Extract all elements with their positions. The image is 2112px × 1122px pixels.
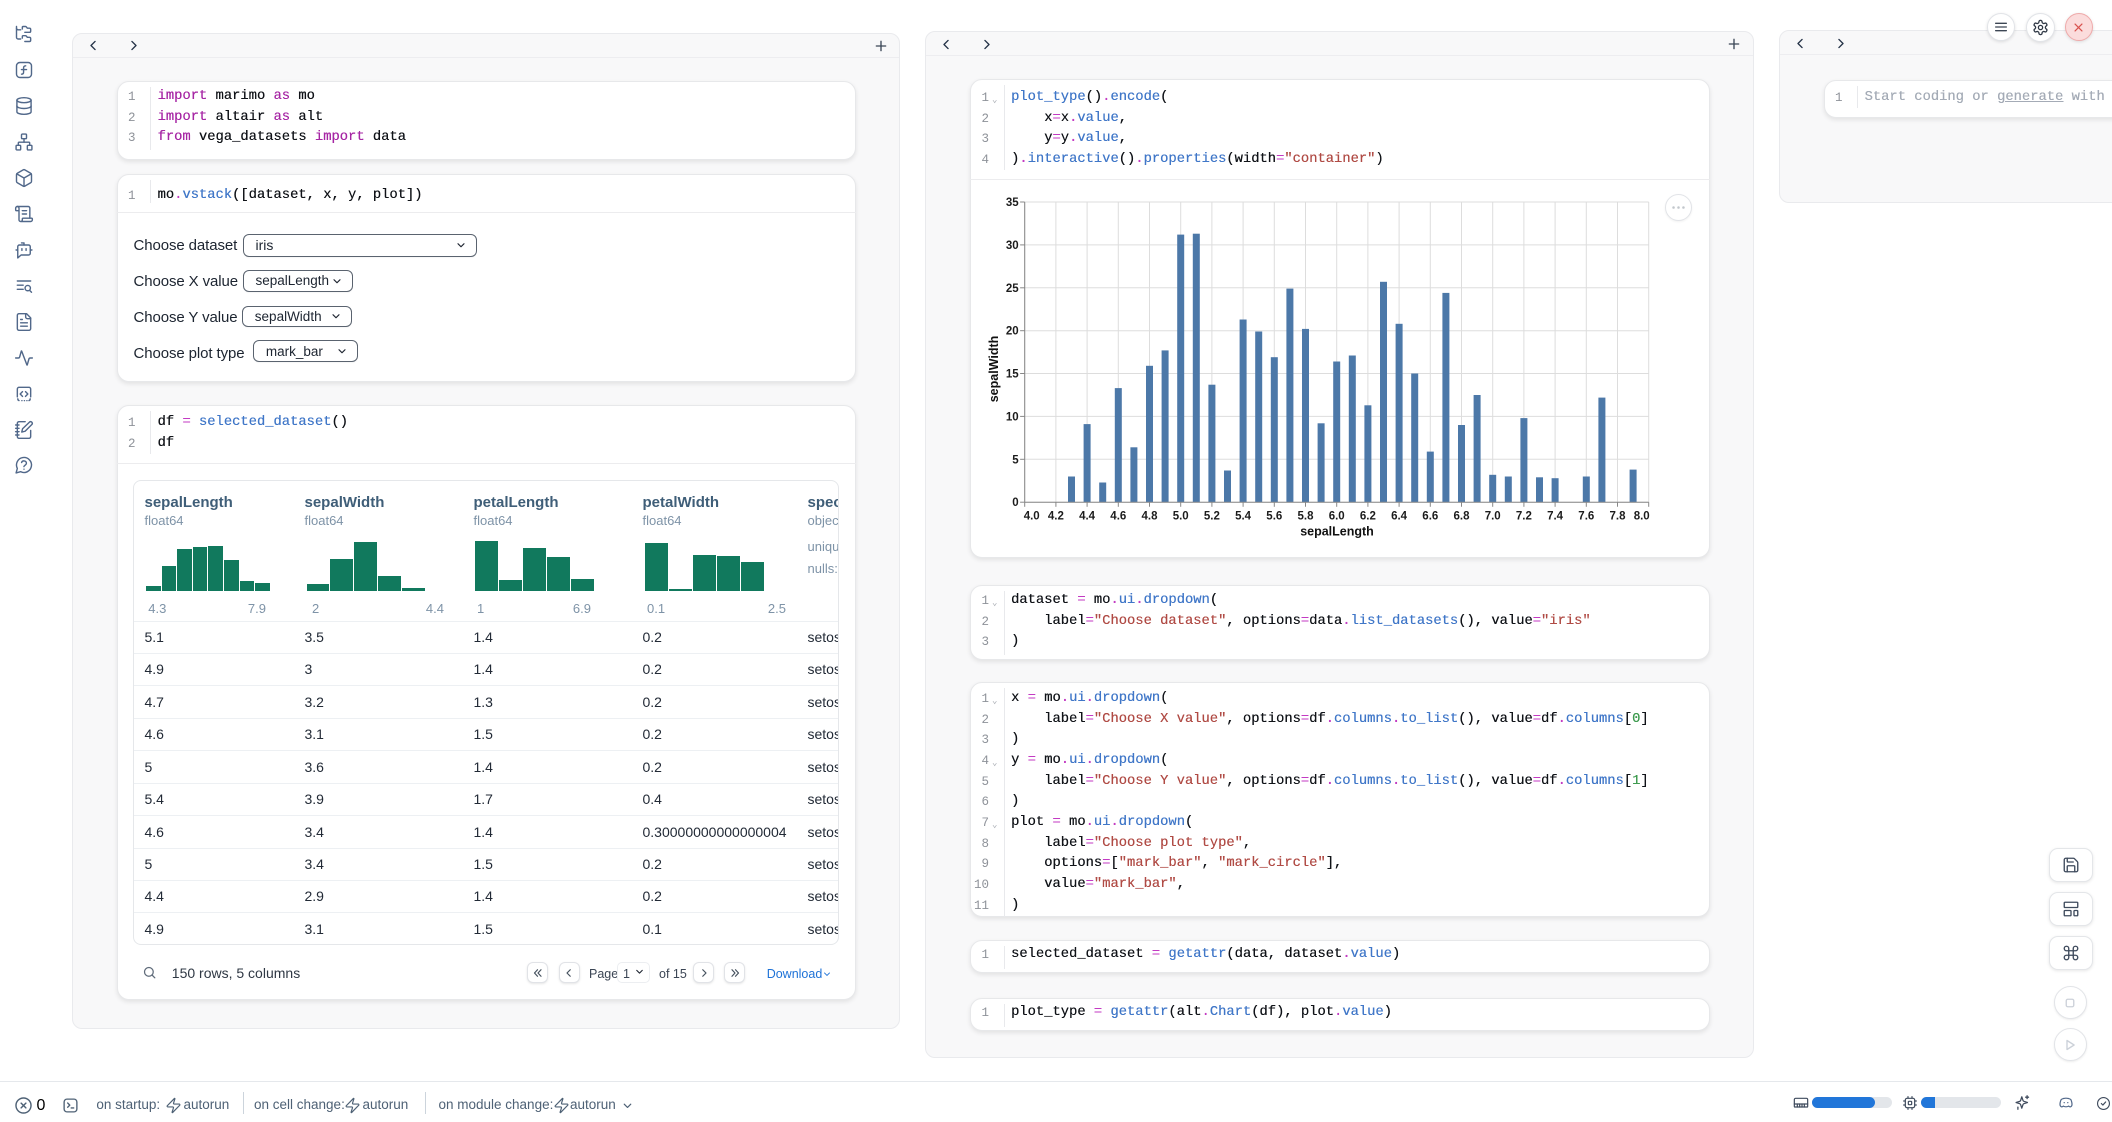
svg-text:6.6: 6.6 — [1422, 510, 1438, 522]
svg-text:35: 35 — [1006, 197, 1019, 209]
svg-text:30: 30 — [1006, 240, 1019, 252]
svg-text:7.6: 7.6 — [1578, 510, 1594, 522]
svg-text:5.0: 5.0 — [1173, 510, 1189, 522]
svg-text:5.4: 5.4 — [1235, 510, 1252, 522]
svg-text:7.8: 7.8 — [1610, 510, 1627, 522]
svg-text:6.8: 6.8 — [1454, 510, 1471, 522]
svg-text:15: 15 — [1006, 369, 1019, 381]
svg-text:20: 20 — [1006, 326, 1019, 338]
svg-text:7.4: 7.4 — [1547, 510, 1564, 522]
svg-text:4.6: 4.6 — [1110, 510, 1126, 522]
svg-text:5.2: 5.2 — [1204, 510, 1220, 522]
svg-text:4.0: 4.0 — [1024, 510, 1040, 522]
svg-text:5.6: 5.6 — [1266, 510, 1282, 522]
svg-text:sepalLength: sepalLength — [1300, 525, 1374, 539]
svg-text:10: 10 — [1006, 411, 1019, 423]
svg-text:6.2: 6.2 — [1360, 510, 1376, 522]
svg-text:6.0: 6.0 — [1329, 510, 1345, 522]
svg-text:7.0: 7.0 — [1485, 510, 1501, 522]
svg-text:4.2: 4.2 — [1048, 510, 1064, 522]
svg-text:25: 25 — [1006, 283, 1019, 295]
svg-text:0: 0 — [1012, 497, 1018, 509]
svg-text:7.2: 7.2 — [1516, 510, 1532, 522]
svg-text:5.8: 5.8 — [1298, 510, 1315, 522]
svg-text:6.4: 6.4 — [1391, 510, 1408, 522]
svg-text:5: 5 — [1012, 454, 1019, 466]
svg-text:4.8: 4.8 — [1142, 510, 1159, 522]
svg-text:4.4: 4.4 — [1079, 510, 1096, 522]
svg-text:8.0: 8.0 — [1634, 510, 1650, 522]
svg-text:sepalWidth: sepalWidth — [987, 336, 1001, 403]
